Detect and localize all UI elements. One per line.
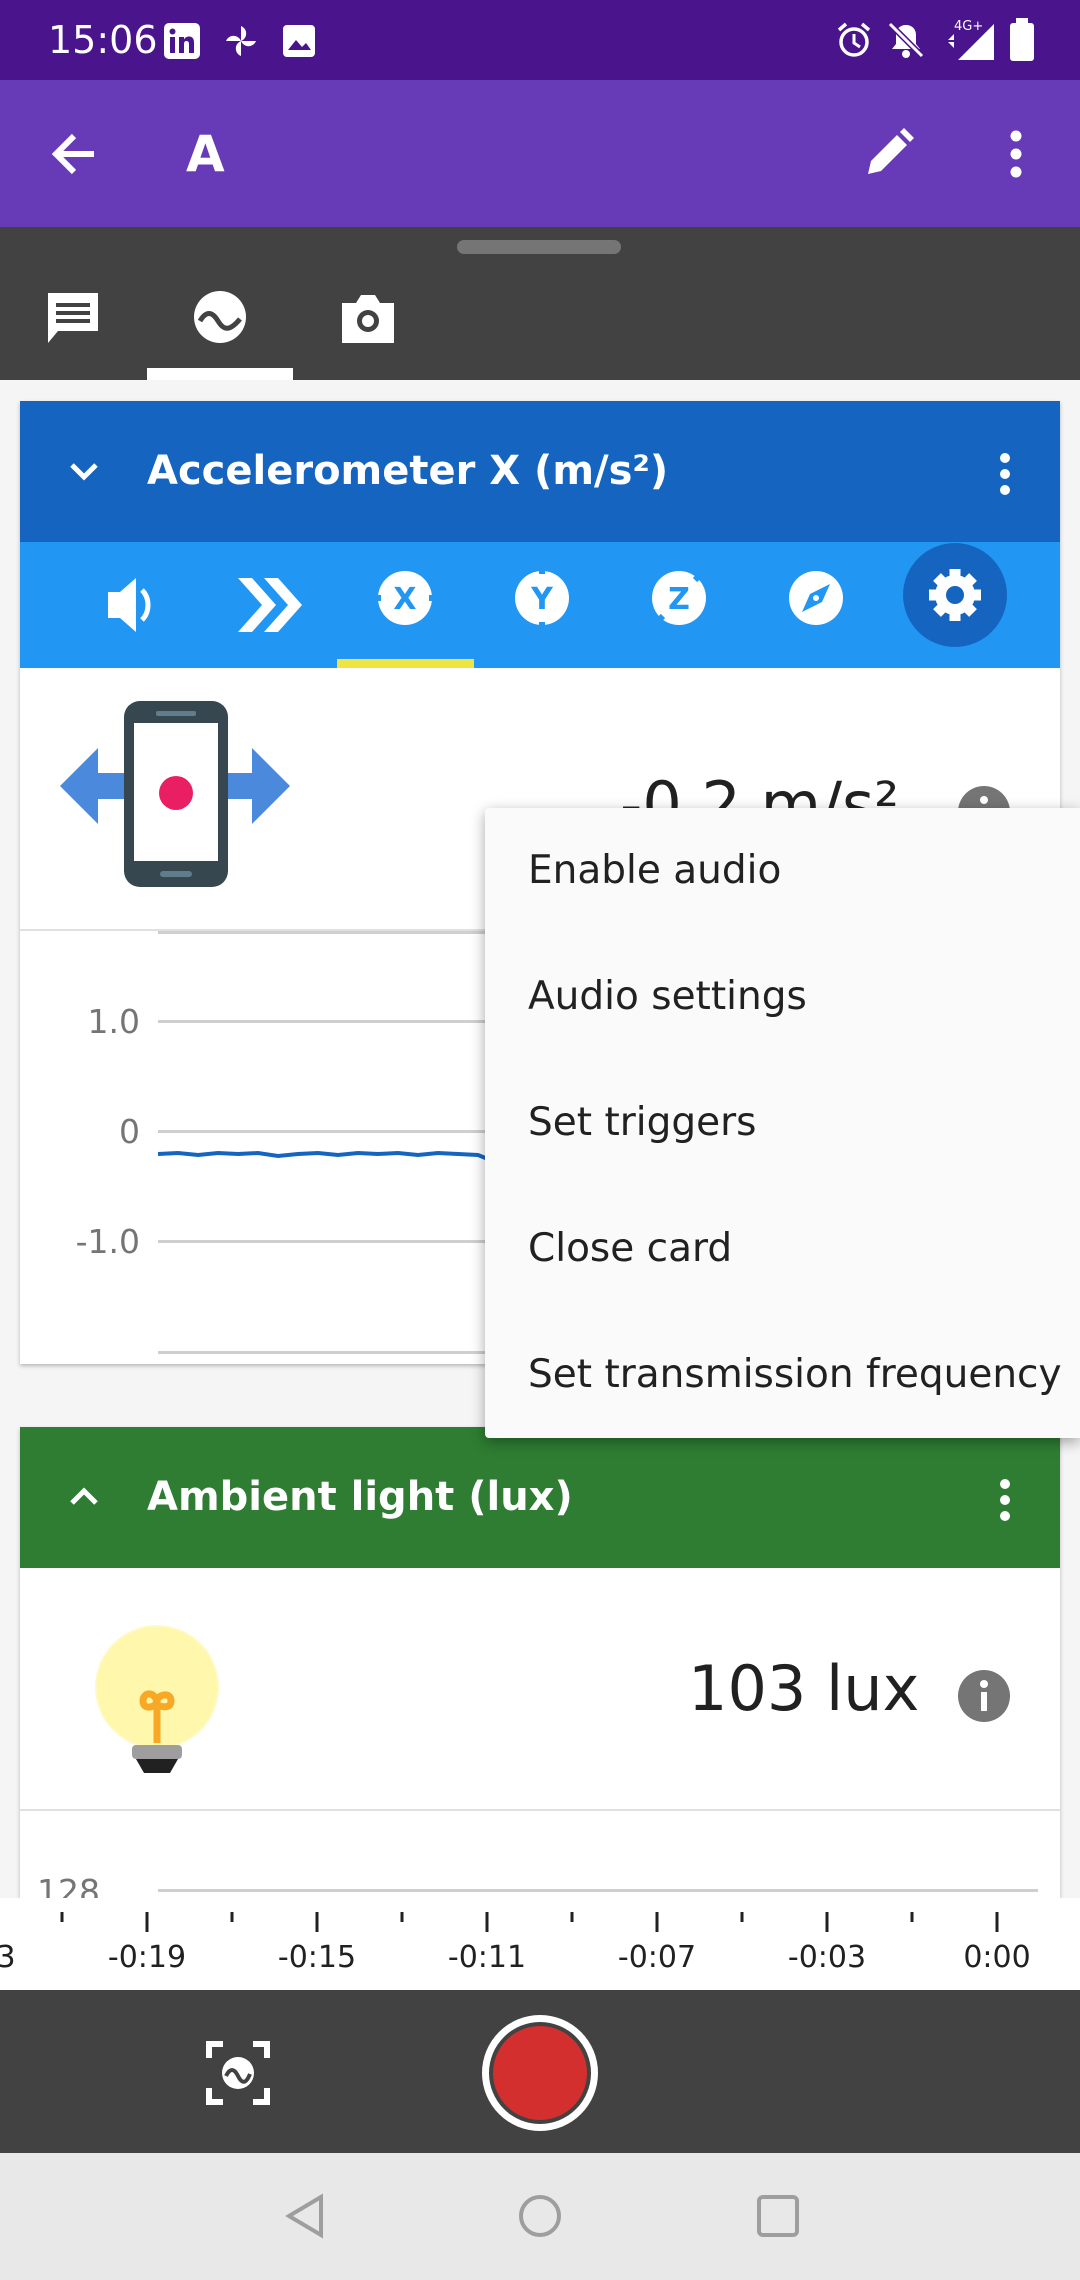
alarm-icon <box>834 20 874 60</box>
pinwheel-icon <box>222 22 260 60</box>
drag-handle[interactable] <box>457 240 621 254</box>
phone-tilt-x-icon <box>60 701 290 891</box>
ambient-light-value: 103 lux <box>688 1652 920 1725</box>
sensor-wave-icon <box>194 291 246 343</box>
svg-text:Y: Y <box>530 582 554 617</box>
card-overflow-menu: Enable audio Audio settings Set triggers… <box>485 808 1080 1438</box>
record-icon <box>482 2015 598 2131</box>
x-axis-icon: X <box>373 571 437 625</box>
time-axis: 3 -0:19 -0:15 -0:11 -0:07 -0:03 0:00 <box>0 1898 1080 1990</box>
y-axis-label: -1.0 <box>75 1222 140 1261</box>
time-tick-label: -0:07 <box>617 1940 697 1975</box>
divider <box>20 1809 1060 1811</box>
status-time: 15:06 <box>48 18 158 62</box>
collapse-chevron-icon[interactable] <box>64 451 104 491</box>
sensor-tab-settings[interactable] <box>902 532 1008 652</box>
notifications-off-icon <box>886 20 926 60</box>
time-tick-label: 0:00 <box>963 1940 1031 1975</box>
nav-back-button[interactable] <box>283 2193 327 2239</box>
light-bulb-icon <box>94 1625 224 1775</box>
menu-item-audio-settings[interactable]: Audio settings <box>485 934 1080 1060</box>
edit-button[interactable] <box>858 124 918 184</box>
camera-icon <box>342 295 394 343</box>
sensor-tab-indicator <box>337 659 474 668</box>
svg-text:4G+: 4G+ <box>954 19 983 34</box>
sensor-selector-row: X Y Z <box>20 542 1060 668</box>
ambient-light-card-header: Ambient light (lux) <box>20 1427 1060 1568</box>
svg-text:Z: Z <box>668 582 690 617</box>
menu-item-set-triggers[interactable]: Set triggers <box>485 1060 1080 1186</box>
back-button[interactable] <box>44 124 104 184</box>
time-tick-label: -0:15 <box>277 1940 357 1975</box>
time-tick-label: -0:19 <box>107 1940 187 1975</box>
sensor-tab-z[interactable]: Z <box>611 542 747 668</box>
linkedin-icon <box>163 22 201 60</box>
sensor-data-line <box>158 1139 498 1179</box>
record-button[interactable] <box>480 2013 600 2133</box>
menu-item-close-card[interactable]: Close card <box>485 1186 1080 1312</box>
grid-line <box>158 1889 1038 1892</box>
sensor-tab-speed[interactable] <box>198 542 334 668</box>
notes-icon <box>48 293 98 343</box>
image-icon <box>280 22 318 60</box>
tab-notes[interactable] <box>44 289 102 347</box>
speed-icon <box>238 578 302 632</box>
tab-camera[interactable] <box>338 289 398 347</box>
time-tick-label: -0:11 <box>447 1940 527 1975</box>
sensor-tab-y[interactable]: Y <box>474 542 610 668</box>
app-bar: A <box>0 80 1080 227</box>
ambient-light-card-title: Ambient light (lux) <box>147 1474 573 1520</box>
time-tick-label: 3 <box>0 1940 16 1975</box>
y-axis-label: 0 <box>119 1112 140 1151</box>
y-axis-icon: Y <box>515 566 569 630</box>
home-circle-icon <box>519 2195 561 2237</box>
expand-chevron-icon[interactable] <box>64 1477 104 1517</box>
recents-square-icon <box>757 2195 799 2237</box>
menu-item-enable-audio[interactable]: Enable audio <box>485 808 1080 934</box>
bottom-drawer <box>0 227 1080 380</box>
audio-icon <box>108 578 151 632</box>
back-triangle-icon <box>285 2193 323 2239</box>
snapshot-button[interactable] <box>205 2040 271 2106</box>
accelerometer-card-header: Accelerometer X (m/s²) <box>20 401 1060 542</box>
sensor-tab-audio[interactable] <box>60 542 196 668</box>
time-tick-label: -0:03 <box>787 1940 867 1975</box>
card-menu-button[interactable] <box>990 449 1020 499</box>
overflow-menu-button[interactable] <box>996 124 1036 184</box>
time-axis-ticks <box>60 1912 999 1932</box>
recording-bar <box>0 1990 1080 2153</box>
experiment-title: A <box>186 125 225 183</box>
nav-home-button[interactable] <box>517 2193 563 2239</box>
svg-text:X: X <box>393 582 416 617</box>
settings-icon <box>903 543 1007 647</box>
menu-item-set-transmission-frequency[interactable]: Set transmission frequency <box>485 1312 1080 1438</box>
accelerometer-card-title: Accelerometer X (m/s²) <box>147 448 669 494</box>
y-axis-label: 1.0 <box>87 1002 140 1041</box>
system-nav-bar <box>0 2153 1080 2280</box>
z-axis-icon: Z <box>652 571 706 625</box>
battery-icon <box>1008 18 1036 62</box>
snapshot-icon <box>206 2041 270 2105</box>
sensor-tab-compass[interactable] <box>748 542 884 668</box>
signal-4g-icon: 4G+ <box>944 16 996 62</box>
status-bar: 15:06 4G+ <box>0 0 1080 80</box>
nav-recents-button[interactable] <box>755 2193 801 2239</box>
compass-icon <box>789 571 843 625</box>
card-menu-button[interactable] <box>990 1475 1020 1525</box>
tab-sensors[interactable] <box>192 289 248 345</box>
info-icon[interactable] <box>957 1669 1011 1723</box>
tab-indicator <box>147 368 293 380</box>
sensor-tab-x[interactable]: X <box>337 542 473 668</box>
